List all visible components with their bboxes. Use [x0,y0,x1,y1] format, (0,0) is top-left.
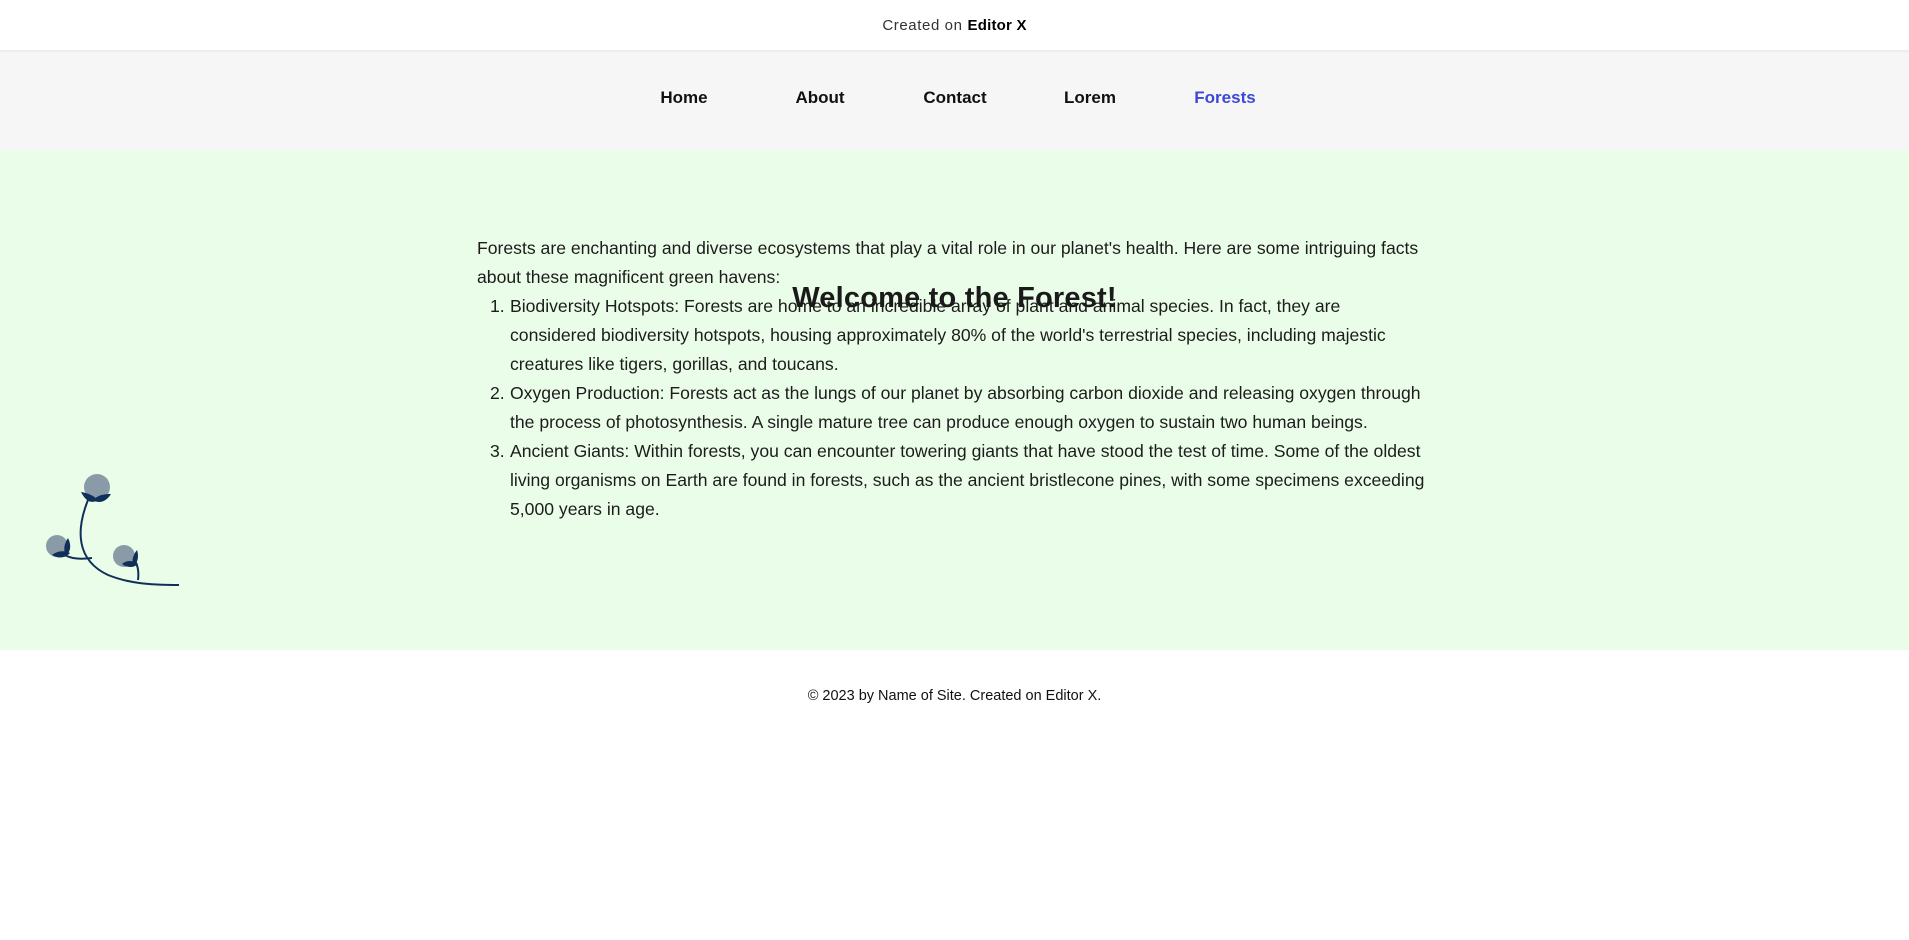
nav-item-contact[interactable]: Contact [923,88,986,108]
nav-item-forests[interactable]: Forests [1194,88,1255,108]
nav-item-about[interactable]: About [795,88,844,108]
nav-item-lorem[interactable]: Lorem [1064,88,1116,108]
fact-text: Biodiversity Hotspots: Forests are home … [510,296,1386,374]
list-item: 3. Ancient Giants: Within forests, you c… [477,437,1427,524]
list-number: 1. [490,296,505,316]
editor-x-banner[interactable]: Created on Editor X [0,0,1909,50]
list-number: 2. [490,383,505,403]
created-on-label: Created on [882,16,963,34]
list-number: 3. [490,441,505,461]
main-navigation: Home About Contact Lorem Forests [0,50,1909,150]
facts-list: 1. Biodiversity Hotspots: Forests are ho… [477,292,1427,524]
list-item: 1. Biodiversity Hotspots: Forests are ho… [477,292,1427,379]
nav-item-home[interactable]: Home [660,88,707,108]
editor-x-brand[interactable]: Editor X [968,17,1027,34]
forest-section: Forests are enchanting and diverse ecosy… [0,150,1909,650]
plant-sprig-icon [46,474,180,586]
site-footer: © 2023 by Name of Site. Created on Edito… [0,688,1909,704]
fact-text: Oxygen Production: Forests act as the lu… [510,383,1421,432]
intro-paragraph: Forests are enchanting and diverse ecosy… [477,238,1419,287]
list-item: 2. Oxygen Production: Forests act as the… [477,379,1427,437]
footer-text: © 2023 by Name of Site. Created on Edito… [807,688,1102,704]
fact-text: Ancient Giants: Within forests, you can … [510,441,1425,519]
